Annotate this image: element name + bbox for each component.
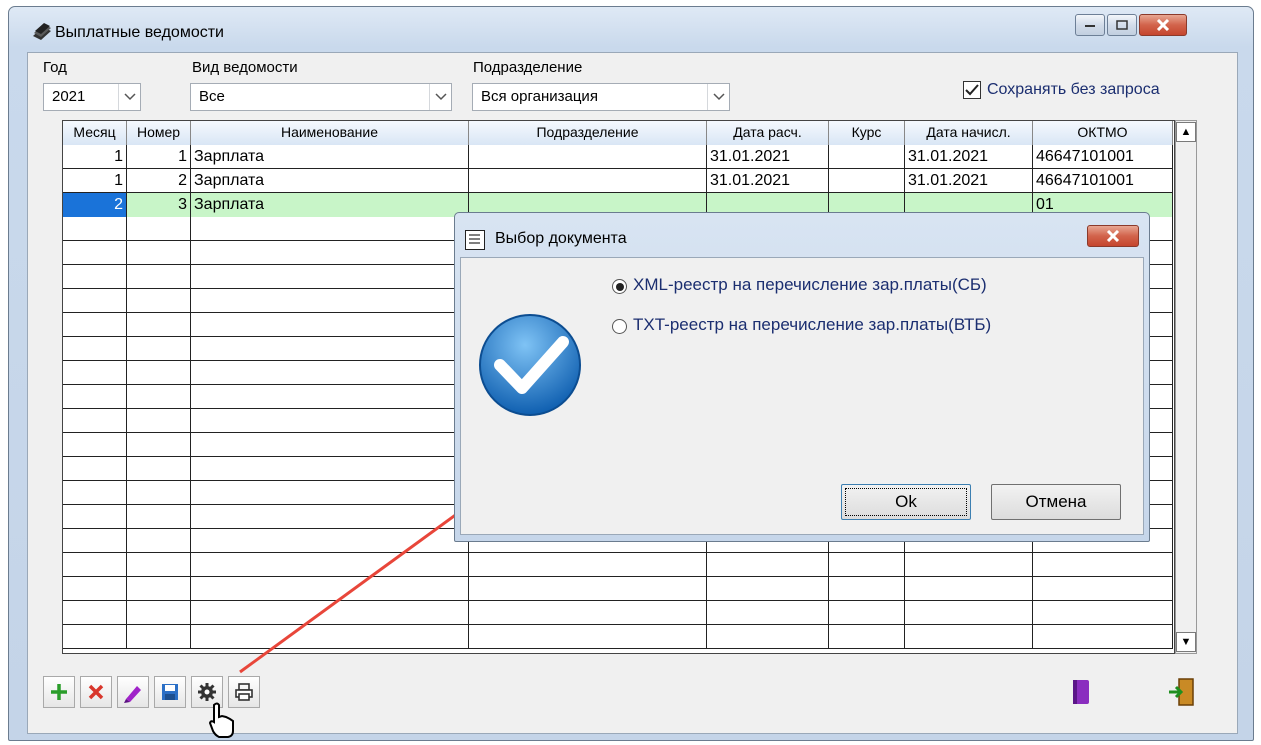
txt-registry-radio[interactable]: [612, 319, 627, 334]
check-circle-icon: [479, 314, 581, 416]
dialog-close-button[interactable]: [1087, 225, 1139, 247]
txt-registry-label[interactable]: TXT-реестр на перечисление зар.платы(ВТБ…: [633, 315, 991, 335]
choose-document-dialog: Выбор документа XML-реестр на перечислен…: [454, 212, 1150, 542]
ok-button[interactable]: Ok: [841, 484, 971, 520]
xml-registry-radio[interactable]: [612, 279, 627, 294]
radio-dot: [615, 282, 624, 291]
dialog-client: XML-реестр на перечисление зар.платы(СБ)…: [460, 257, 1144, 535]
close-icon: [1106, 230, 1120, 242]
hand-cursor-icon: [208, 702, 234, 738]
dialog-notepad-icon: [465, 230, 485, 250]
cancel-button[interactable]: Отмена: [991, 484, 1121, 520]
xml-registry-label[interactable]: XML-реестр на перечисление зар.платы(СБ): [633, 275, 987, 295]
dialog-title: Выбор документа: [495, 230, 627, 247]
